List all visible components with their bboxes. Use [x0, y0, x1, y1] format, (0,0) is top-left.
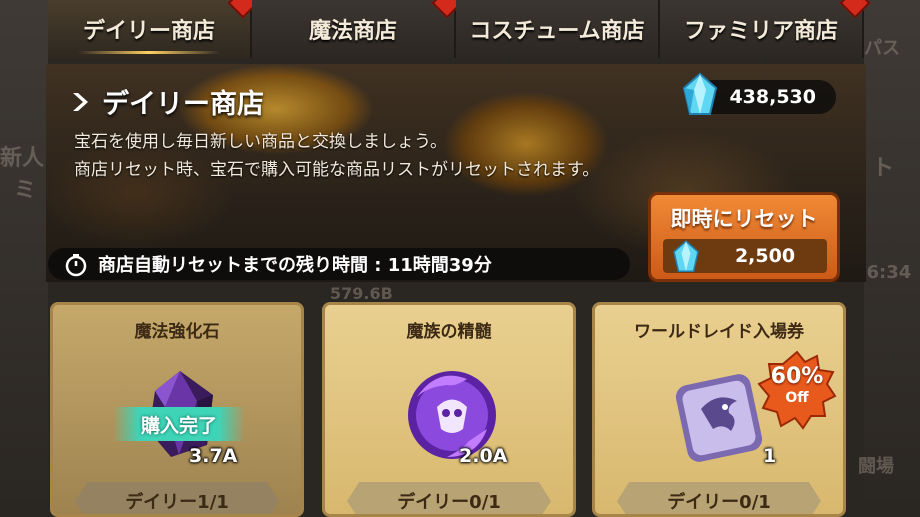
- shop-item-card[interactable]: 魔法強化石 購入完了 3.7A デイリー1/1: [50, 302, 304, 517]
- background-left-panel: [0, 0, 48, 517]
- page-title: デイリー商店: [70, 82, 264, 121]
- discount-badge: 60% Off: [757, 350, 837, 430]
- purchase-limit: デイリー0/1: [347, 482, 551, 514]
- tab-familiar-shop[interactable]: ファミリア商店: [660, 0, 871, 58]
- description-line: 商店リセット時、宝石で購入可能な商品リストがリセットされます。: [74, 160, 600, 180]
- discount-off-label: Off: [785, 390, 809, 406]
- auto-reset-timer: 商店自動リセットまでの残り時間 : 11時間39分: [48, 248, 630, 280]
- gem-icon: [671, 239, 701, 280]
- background-text: ミ: [14, 178, 37, 203]
- item-amount: 1: [763, 445, 777, 467]
- item-amount: 2.0A: [459, 445, 508, 467]
- shop-description: 宝石を使用し毎日新しい商品と交換しましょう。 商店リセット時、宝石で購入可能な商…: [74, 128, 599, 184]
- tab-label: 魔法商店: [308, 19, 397, 44]
- discount-percent: 60%: [770, 364, 824, 389]
- item-name: 魔法強化石: [134, 322, 220, 342]
- gem-balance-value: 438,530: [729, 86, 816, 108]
- purchased-status-label: 購入完了: [113, 407, 245, 441]
- gem-balance: 438,530: [682, 72, 836, 115]
- background-text: 新人: [0, 146, 45, 171]
- item-amount: 3.7A: [189, 445, 238, 467]
- background-text: 579.6B: [330, 284, 393, 303]
- gem-icon: [680, 72, 720, 123]
- timer-text: 商店自動リセットまでの残り時間 : 11時間39分: [98, 255, 492, 276]
- active-tab-underline: [78, 51, 220, 54]
- reset-button-label: 即時にリセット: [670, 207, 818, 231]
- chevron-right-icon: [70, 91, 92, 113]
- daily-shop-banner: デイリー商店 宝石を使用し毎日新しい商品と交換しましょう。 商店リセット時、宝石…: [46, 64, 866, 282]
- tab-label: ファミリア商店: [683, 19, 838, 44]
- item-name: 魔族の精髄: [406, 322, 492, 342]
- shop-item-card[interactable]: ワールドレイド入場券 60% Off 1 デイリー0/1: [592, 302, 846, 517]
- shop-tab-bar: デイリー商店 魔法商店 コスチューム商店 ファミリア商店: [48, 0, 871, 58]
- purchase-limit: デイリー1/1: [75, 482, 279, 514]
- tab-label: デイリー商店: [82, 19, 215, 44]
- background-right-panel: [864, 0, 920, 517]
- instant-reset-button[interactable]: 即時にリセット 2,500: [648, 192, 840, 282]
- purchase-limit: デイリー0/1: [617, 482, 821, 514]
- item-name: ワールドレイド入場券: [634, 322, 804, 342]
- tab-label: コスチューム商店: [469, 19, 645, 44]
- tab-magic-shop[interactable]: 魔法商店: [252, 0, 463, 58]
- background-text: 闘場: [858, 456, 894, 477]
- tab-costume-shop[interactable]: コスチューム商店: [456, 0, 660, 58]
- reset-cost-value: 2,500: [734, 245, 796, 267]
- background-text: パス: [864, 38, 900, 59]
- background-text: ト: [872, 156, 895, 181]
- description-line: 宝石を使用し毎日新しい商品と交換しましょう。: [74, 132, 447, 152]
- shop-item-card[interactable]: 魔族の精髄 2.0A デイリー0/1: [322, 302, 576, 517]
- reset-cost: 2,500: [663, 239, 827, 273]
- stopwatch-icon: [64, 253, 88, 282]
- page-title-text: デイリー商店: [102, 89, 264, 120]
- tab-daily-shop[interactable]: デイリー商店: [48, 0, 259, 58]
